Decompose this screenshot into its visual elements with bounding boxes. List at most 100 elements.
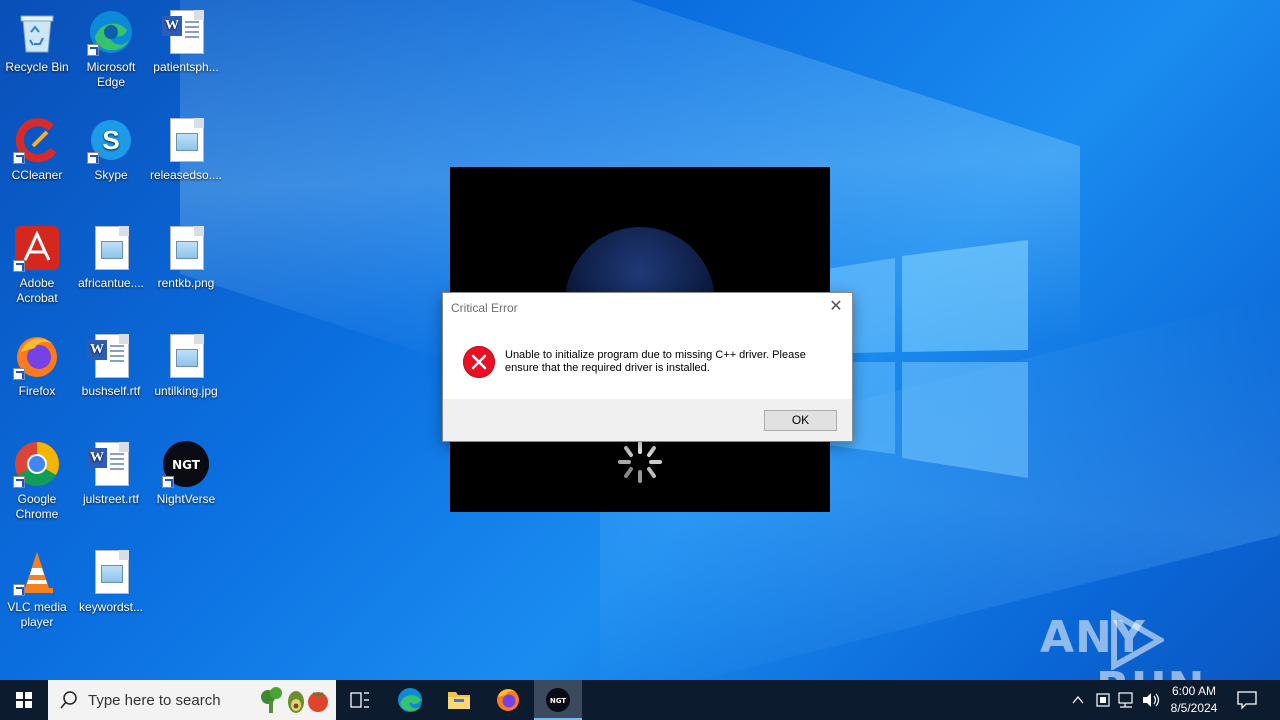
desktop-icon-microsoft-edge[interactable]: Microsoft Edge xyxy=(73,8,149,90)
shortcut-arrow-icon xyxy=(13,584,25,596)
dialog-title: Critical Error xyxy=(451,301,518,315)
icon-label: NightVerse xyxy=(156,492,216,506)
desktop-icon-google-chrome[interactable]: Google Chrome xyxy=(0,440,75,522)
icon-label: bushself.rtf xyxy=(81,384,141,398)
icon-label: Microsoft Edge xyxy=(86,60,136,89)
shortcut-arrow-icon xyxy=(13,476,25,488)
ccleaner-icon xyxy=(13,116,61,164)
chevron-up-icon xyxy=(1072,695,1084,704)
taskbar-edge-button[interactable] xyxy=(386,680,434,720)
desktop-icon-bushself[interactable]: W bushself.rtf xyxy=(73,332,149,399)
desktop-icon-vlc[interactable]: VLC media player xyxy=(0,548,75,630)
critical-error-dialog: Critical Error ✕ Unable to initialize pr… xyxy=(442,292,853,442)
clock-time: 6:00 AM xyxy=(1171,684,1217,698)
image-file-icon xyxy=(162,332,210,380)
desktop-icon-nightverse[interactable]: NGT NightVerse xyxy=(148,440,224,507)
dialog-footer: OK xyxy=(443,399,852,441)
taskbar-clock[interactable]: 6:00 AM 8/5/2024 xyxy=(1162,683,1226,717)
notification-icon xyxy=(1237,691,1257,710)
image-file-icon xyxy=(87,548,135,596)
taskbar-firefox-button[interactable] xyxy=(484,680,532,720)
edge-icon xyxy=(87,8,135,56)
firefox-icon xyxy=(13,332,61,380)
shortcut-arrow-icon xyxy=(87,44,99,56)
shortcut-arrow-icon xyxy=(13,152,25,164)
search-icon xyxy=(60,691,77,709)
icon-label: Recycle Bin xyxy=(5,60,69,74)
desktop-icon-africantue[interactable]: africantue.... xyxy=(73,224,149,291)
desktop-icon-skype[interactable]: S Skype xyxy=(73,116,149,183)
desktop-icon-recycle-bin[interactable]: Recycle Bin xyxy=(0,8,75,75)
taskbar-search-box[interactable]: Type here to search xyxy=(48,680,336,720)
taskbar-nightverse-button[interactable]: NGT xyxy=(534,680,582,720)
icon-label: CCleaner xyxy=(11,168,63,182)
dialog-message: Unable to initialize program due to miss… xyxy=(505,349,806,374)
vegetables-highlight-icon xyxy=(261,687,328,713)
ok-button[interactable]: OK xyxy=(764,410,837,431)
edge-icon xyxy=(398,688,422,712)
adobe-acrobat-icon xyxy=(13,224,61,272)
nightverse-icon: NGT xyxy=(546,688,570,712)
tray-device-icon[interactable] xyxy=(1092,680,1114,720)
desktop-icon-patientsph[interactable]: W patientsph... xyxy=(148,8,224,75)
icon-label: VLC media player xyxy=(7,600,67,629)
icon-label: Firefox xyxy=(18,384,56,398)
shortcut-arrow-icon xyxy=(13,260,25,272)
icon-label: africantue.... xyxy=(77,276,145,290)
task-view-icon xyxy=(350,692,369,708)
word-document-icon: W xyxy=(87,440,135,488)
icon-label: julstreet.rtf xyxy=(82,492,139,506)
speaker-icon xyxy=(1143,693,1160,707)
device-icon xyxy=(1096,693,1110,707)
chrome-icon xyxy=(13,440,61,488)
desktop-icon-julstreet[interactable]: W julstreet.rtf xyxy=(73,440,149,507)
icon-label: untilking.jpg xyxy=(154,384,218,398)
svg-text:S: S xyxy=(102,125,119,155)
icon-label: Adobe Acrobat xyxy=(16,276,58,305)
icon-label: Skype xyxy=(94,168,128,182)
desktop-icon-adobe-acrobat[interactable]: Adobe Acrobat xyxy=(0,224,75,306)
icon-label: Google Chrome xyxy=(15,492,59,521)
svg-text:NGT: NGT xyxy=(172,458,201,472)
desktop-icon-releasedso[interactable]: releasedso.... xyxy=(148,116,224,183)
network-icon xyxy=(1118,692,1133,708)
clock-date: 8/5/2024 xyxy=(1170,701,1218,715)
word-document-icon: W xyxy=(162,8,210,56)
nightverse-icon: NGT xyxy=(162,440,210,488)
windows-start-icon xyxy=(16,692,32,708)
vlc-cone-icon xyxy=(13,548,61,596)
icon-label: rentkb.png xyxy=(157,276,215,290)
start-button[interactable] xyxy=(0,680,48,720)
search-placeholder: Type here to search xyxy=(88,692,221,709)
shortcut-arrow-icon xyxy=(162,476,174,488)
close-icon[interactable]: ✕ xyxy=(826,297,846,317)
taskbar: Type here to search NGT 6:00 AM 8/5/2024 xyxy=(0,680,1280,720)
action-center-button[interactable] xyxy=(1236,690,1258,710)
shortcut-arrow-icon xyxy=(87,152,99,164)
icon-label: patientsph... xyxy=(153,60,219,74)
play-logo-icon xyxy=(1111,610,1164,670)
desktop-icon-rentkb[interactable]: rentkb.png xyxy=(148,224,224,291)
shortcut-arrow-icon xyxy=(13,368,25,380)
desktop-icon-keywordst[interactable]: keywordst... xyxy=(73,548,149,615)
desktop-icon-firefox[interactable]: Firefox xyxy=(0,332,75,399)
firefox-icon xyxy=(497,689,519,711)
tray-overflow-chevron[interactable] xyxy=(1068,680,1088,720)
tray-volume[interactable] xyxy=(1140,680,1162,720)
icon-label: keywordst... xyxy=(78,600,144,614)
icon-label: releasedso.... xyxy=(149,168,223,182)
taskbar-file-explorer-button[interactable] xyxy=(435,680,483,720)
error-icon xyxy=(463,346,495,378)
recycle-bin-icon xyxy=(13,8,61,56)
skype-icon: S xyxy=(87,116,135,164)
folder-icon xyxy=(448,692,470,709)
svg-text:NGT: NGT xyxy=(550,697,566,705)
tray-network[interactable] xyxy=(1116,680,1138,720)
desktop-icon-untilking[interactable]: untilking.jpg xyxy=(148,332,224,399)
image-file-icon xyxy=(162,224,210,272)
word-document-icon: W xyxy=(87,332,135,380)
task-view-button[interactable] xyxy=(336,680,384,720)
desktop-icon-ccleaner[interactable]: CCleaner xyxy=(0,116,75,183)
loading-spinner-icon xyxy=(618,441,662,483)
image-file-icon xyxy=(162,116,210,164)
